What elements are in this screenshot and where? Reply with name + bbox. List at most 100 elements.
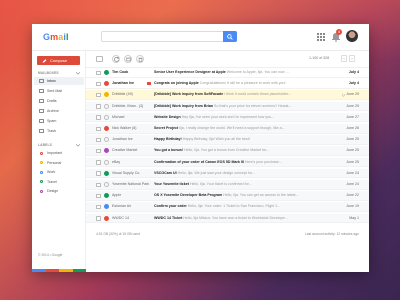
row-checkbox[interactable]	[96, 115, 101, 120]
row-checkbox[interactable]	[96, 126, 101, 131]
row-checkbox[interactable]	[96, 70, 101, 75]
row-checkbox[interactable]	[96, 216, 101, 221]
email-row[interactable]: Jonathan Ive Congrats on joining Apple Co…	[86, 79, 369, 89]
email-subject: Confirm your order	[154, 204, 187, 209]
compose-label: Compose	[50, 58, 68, 63]
label-item-work[interactable]: Work	[34, 168, 84, 176]
email-row[interactable]: Estonian Air Confirm your order Hello, Il…	[86, 202, 369, 212]
email-snippet: Welcome to Apple, Ilja. You can now ...	[226, 70, 289, 74]
sender-avatar-dot-icon[interactable]	[104, 70, 109, 75]
chevron-down-icon[interactable]	[76, 143, 80, 147]
email-date: June 25	[346, 148, 359, 153]
email-row[interactable]: eBay Confirmation of your order of Canon …	[86, 157, 369, 168]
last-activity: Last account activity: 12 minutes ago	[304, 232, 359, 236]
gmail-logo[interactable]: Gmail	[43, 32, 69, 42]
email-subject: [Dribbble] Work Inquiry from Brian	[154, 103, 214, 108]
label-dot-icon	[40, 161, 43, 164]
email-snippet: Hello, Ilja. We just saw your design con…	[177, 170, 255, 175]
row-checkbox[interactable]	[96, 193, 101, 199]
email-subject-line: Confirm your order Hello, Ilja. Your ord…	[154, 202, 344, 211]
sidebar-item-label: Inbox	[47, 79, 56, 83]
label-name: Personal	[47, 160, 62, 165]
email-subject-line: Happy Birthday! Happy Birthday, Ilja! Wi…	[154, 135, 344, 144]
email-date: June 25	[346, 159, 359, 164]
email-row[interactable]: Tim Cook Senior User Experience Designer …	[86, 68, 369, 78]
row-checkbox[interactable]	[96, 81, 101, 87]
next-page-button[interactable]: ›	[349, 55, 355, 62]
label-item-important[interactable]: Important	[34, 149, 84, 157]
email-subject: Your Yosemite ticket	[154, 182, 189, 186]
label-item-design[interactable]: Design	[34, 187, 84, 195]
email-row[interactable]: Yosemite National Park Your Yosemite tick…	[86, 180, 369, 190]
email-row[interactable]: Dribbble (49) [Dribbble] Work Inquiry fro…	[86, 90, 369, 100]
sender-avatar-dot-icon[interactable]	[104, 159, 109, 165]
chevron-down-icon[interactable]	[76, 71, 80, 75]
email-sender: Jonathan Ive	[112, 81, 134, 86]
email-sender: Creative Market	[112, 148, 138, 153]
sender-avatar-dot-icon[interactable]	[104, 148, 109, 154]
row-checkbox[interactable]	[96, 204, 101, 210]
sender-avatar-dot-icon[interactable]	[104, 204, 109, 210]
email-sender: Visual Supply Co.	[112, 170, 141, 175]
sender-avatar-dot-icon[interactable]	[104, 81, 109, 87]
refresh-button[interactable]	[112, 55, 120, 63]
mailboxes-heading: MAILBOXES	[38, 71, 59, 75]
user-avatar[interactable]	[346, 30, 358, 42]
sidebar-item-label: Trash	[47, 129, 57, 133]
sender-avatar-dot-icon[interactable]	[104, 137, 109, 143]
chevron-right-icon: ›	[351, 56, 353, 61]
compose-button[interactable]: Compose	[37, 56, 80, 65]
email-row[interactable]: Visual Supply Co. VSCOCam UI Hello, Ilja.…	[86, 168, 369, 179]
label-dot-icon	[40, 180, 43, 183]
sender-avatar-dot-icon[interactable]	[104, 215, 109, 221]
row-checkbox[interactable]	[96, 104, 101, 109]
email-sender: Jonathan Ive	[112, 137, 133, 142]
email-row[interactable]: Nick Walker (6) Secret Project Ilja, I re…	[86, 124, 369, 134]
sender-avatar-dot-icon[interactable]	[104, 114, 109, 120]
sidebar-item-archive[interactable]: Archive	[34, 107, 84, 115]
sidebar-item-drafts[interactable]: Drafts	[34, 97, 84, 105]
label-item-personal[interactable]: Personal	[34, 159, 84, 167]
email-row[interactable]: Dribbble, Brian.. (3) [Dribbble] Work Inq…	[86, 101, 369, 112]
email-row[interactable]: Creative Market You got a bonus! Hello, I…	[86, 146, 369, 156]
row-checkbox[interactable]	[96, 182, 101, 187]
email-subject: Congrats on joining Apple	[154, 81, 199, 86]
row-checkbox[interactable]	[96, 171, 101, 176]
sender-avatar-dot-icon[interactable]	[104, 92, 109, 98]
row-checkbox[interactable]	[96, 148, 101, 154]
search-input[interactable]	[101, 31, 237, 42]
email-subject-line: VSCOCam UI Hello, Ilja. We just saw your…	[154, 169, 344, 178]
sender-avatar-dot-icon[interactable]	[104, 193, 109, 199]
row-checkbox[interactable]	[96, 137, 101, 143]
email-row[interactable]: Apple OS X Yosemite Developer Beta Progra…	[86, 191, 369, 201]
email-row[interactable]: Michael Website Design Hey Ilja, I've see…	[86, 112, 369, 123]
refresh-icon	[114, 56, 120, 62]
sidebar-item-spam[interactable]: Spam	[34, 117, 84, 125]
select-all-checkbox[interactable]	[96, 56, 103, 62]
email-subject: Senior User Experience Designer at Apple	[154, 70, 226, 74]
brand-color-strip	[32, 269, 86, 272]
archive-button[interactable]	[124, 55, 132, 63]
trash-icon	[39, 129, 44, 133]
label-dot-icon	[40, 151, 43, 155]
sidebar-item-sent-mail[interactable]: Sent Mail	[34, 87, 84, 95]
delete-button[interactable]	[136, 55, 144, 63]
row-checkbox[interactable]	[96, 92, 101, 98]
search-icon	[227, 33, 233, 40]
sender-avatar-dot-icon[interactable]	[104, 126, 109, 131]
sender-avatar-dot-icon[interactable]	[104, 170, 109, 176]
sender-avatar-dot-icon[interactable]	[104, 103, 109, 109]
email-subject: Secret Project	[154, 126, 179, 130]
email-date: June 27	[346, 114, 359, 119]
sidebar-item-inbox[interactable]: Inbox	[34, 77, 84, 85]
prev-page-button[interactable]: ‹	[341, 55, 347, 62]
email-subject-line: Your Yosemite ticket Hello, Ilja. Your t…	[154, 180, 344, 189]
apps-grid-icon[interactable]	[316, 32, 325, 41]
search-button[interactable]	[223, 31, 237, 42]
sidebar-item-trash[interactable]: Trash	[34, 127, 84, 135]
sender-avatar-dot-icon[interactable]	[104, 182, 109, 187]
label-item-travel[interactable]: Travel	[34, 178, 84, 186]
row-checkbox[interactable]	[96, 160, 101, 165]
email-row[interactable]: Jonathan Ive Happy Birthday! Happy Birthd…	[86, 135, 369, 145]
email-row[interactable]: WWDC 14 WWDC 14 Ticket Hello, Ilja Miskov…	[86, 213, 369, 224]
